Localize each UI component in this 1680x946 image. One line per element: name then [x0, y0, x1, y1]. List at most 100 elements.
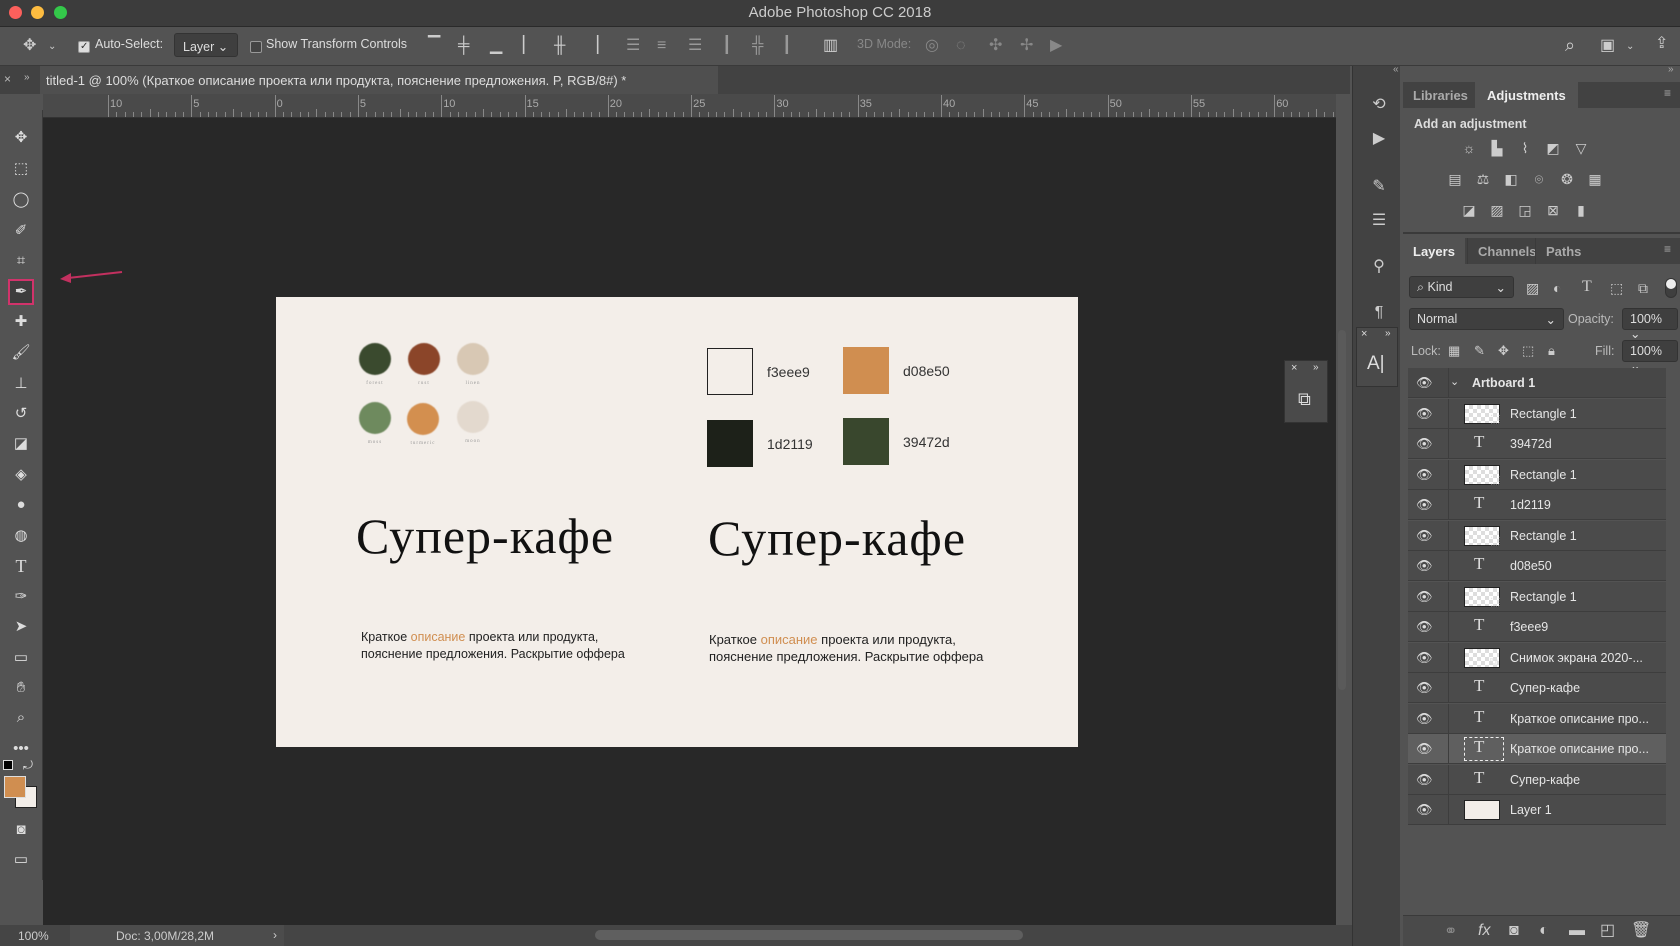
eye-visibility-icon[interactable]: 👁︎	[1416, 528, 1433, 544]
gradient-map-icon[interactable]: ▮	[1571, 202, 1591, 218]
align-hcenter-icon[interactable]: ╫	[554, 38, 565, 54]
auto-select-target-dropdown[interactable]: Layer ⌄	[174, 33, 238, 57]
chevron-down-icon[interactable]: ⌄	[48, 39, 56, 55]
eye-visibility-icon[interactable]: 👁︎	[1416, 497, 1433, 513]
filter-type-icon[interactable]: T	[1582, 279, 1592, 295]
eye-visibility-icon[interactable]: 👁︎	[1416, 711, 1433, 727]
show-transform-checkbox[interactable]	[250, 41, 262, 53]
fx-icon[interactable]: fx	[1478, 923, 1490, 939]
eye-visibility-icon[interactable]: 👁︎	[1416, 802, 1433, 818]
history-brush-tool-icon[interactable]: ↺	[8, 401, 34, 427]
rectangle-tool-icon[interactable]: ▭	[8, 645, 34, 671]
layer-row[interactable]: 👁︎ Layer 1	[1408, 795, 1666, 825]
auto-align-icon[interactable]: ▥	[823, 38, 838, 54]
lasso-tool-icon[interactable]: ◯	[8, 187, 34, 213]
layer-row[interactable]: 👁︎ ⬚ Rectangle 1	[1408, 398, 1666, 429]
layer-row[interactable]: 👁︎ T Краткое описание про...	[1408, 703, 1666, 734]
3d-slide-icon[interactable]: ✢	[1020, 38, 1033, 54]
workspace-icon[interactable]: ▣	[1600, 38, 1615, 54]
layer-row[interactable]: 👁︎ ⬚ Rectangle 1	[1408, 520, 1666, 551]
collapse-icon[interactable]: »	[1668, 64, 1674, 75]
close-icon[interactable]: ×	[4, 72, 11, 86]
layer-row[interactable]: 👁︎ ⬚ Rectangle 1	[1408, 459, 1666, 490]
black-white-icon[interactable]: ◧	[1501, 171, 1521, 187]
posterize-icon[interactable]: ▨	[1487, 202, 1507, 218]
artboard[interactable]: forest rust linen moss turmeric moon f3eee9 d08…	[276, 297, 1078, 747]
distribute-right-icon[interactable]: ┃	[782, 38, 792, 54]
lock-pixels-brush-icon[interactable]: ✎	[1474, 343, 1485, 359]
zoom-tool-icon[interactable]: ⌕	[8, 705, 34, 731]
eye-visibility-icon[interactable]: 👁︎	[1416, 741, 1433, 757]
eraser-tool-icon[interactable]: ◪	[8, 431, 34, 457]
3d-pan-icon[interactable]: ✣	[989, 38, 1002, 54]
panel-menu-icon[interactable]: ≡	[1664, 86, 1671, 100]
tab-adjustments[interactable]: Adjustments	[1475, 82, 1578, 108]
document-tab[interactable]: titled-1 @ 100% (Краткое описание проект…	[40, 66, 718, 94]
layer-row[interactable]: 👁︎ T Краткое описание про...	[1408, 734, 1666, 764]
properties-icon[interactable]: ☰	[1366, 210, 1392, 230]
color-lookup-icon[interactable]: ▦	[1585, 171, 1605, 187]
character-icon[interactable]: A|	[1367, 353, 1385, 375]
selective-color-icon[interactable]: ⊠	[1543, 202, 1563, 218]
align-left-icon[interactable]: ▏	[523, 38, 535, 54]
close-icon[interactable]: ×	[1361, 328, 1367, 340]
layer-row[interactable]: 👁︎ Tf3eee9	[1408, 612, 1666, 642]
chevron-down-icon[interactable]: ⌄	[1450, 375, 1459, 388]
exposure-icon[interactable]: ◩	[1543, 140, 1563, 156]
layer-row[interactable]: 👁︎ ⬚ Rectangle 1	[1408, 581, 1666, 612]
3d-orbit-icon[interactable]: ◎	[925, 38, 939, 54]
3d-roll-icon[interactable]: ◌	[956, 38, 966, 54]
default-colors-icon[interactable]	[3, 760, 13, 770]
pen-tool-icon[interactable]: ✑	[8, 584, 34, 610]
healing-brush-tool-icon[interactable]: ✚	[8, 309, 34, 335]
lock-all-icon[interactable]: 🔒︎	[1548, 343, 1555, 359]
chevron-down-icon[interactable]: ⌄	[1626, 39, 1634, 55]
fill-input[interactable]: 100% ⌄	[1622, 340, 1678, 373]
hue-saturation-icon[interactable]: ▤	[1445, 171, 1465, 187]
distribute-top-icon[interactable]: ☰	[626, 38, 640, 54]
layer-row[interactable]: 👁︎ T 39472d	[1408, 429, 1666, 459]
clone-source-icon[interactable]: ⚲	[1366, 256, 1392, 276]
brush-settings-icon[interactable]: ✎	[1366, 176, 1392, 196]
lock-artboard-icon[interactable]: ⬚	[1522, 343, 1534, 359]
distribute-hcenter-icon[interactable]: ╬	[752, 38, 763, 54]
move-tool-icon[interactable]: ✥	[8, 125, 34, 151]
eye-visibility-icon[interactable]: 👁︎	[1416, 406, 1433, 422]
close-icon[interactable]: ×	[1291, 362, 1297, 374]
blur-tool-icon[interactable]: ●	[8, 492, 34, 518]
search-icon[interactable]: ⌕	[1565, 36, 1575, 54]
eye-visibility-icon[interactable]: 👁︎	[1416, 680, 1433, 696]
quick-mask-icon[interactable]: ◙	[8, 817, 34, 843]
auto-select-checkbox[interactable]	[78, 41, 90, 53]
filter-kind-dropdown[interactable]: ⌕ Kind ⌄	[1409, 276, 1514, 298]
eyedropper-tool-icon[interactable]: ✒	[8, 279, 34, 305]
eye-visibility-icon[interactable]: 👁︎	[1416, 650, 1433, 666]
vertical-scrollbar[interactable]	[1338, 330, 1346, 690]
eye-visibility-icon[interactable]: 👁︎	[1416, 436, 1433, 452]
lock-position-icon[interactable]: ✥	[1498, 343, 1509, 359]
panel-menu-icon[interactable]: ≡	[1664, 242, 1671, 256]
link-layers-icon[interactable]: ⚭	[1444, 924, 1457, 940]
paragraph-icon[interactable]: ¶	[1366, 304, 1392, 322]
filter-shape-icon[interactable]: ⬚	[1610, 280, 1623, 296]
filter-pixel-icon[interactable]: ▨	[1526, 280, 1539, 296]
paint-bucket-tool-icon[interactable]: ◈	[8, 462, 34, 488]
eye-visibility-icon[interactable]: 👁︎	[1416, 772, 1433, 788]
align-vcenter-icon[interactable]: ╪	[458, 38, 469, 54]
zoom-level[interactable]: 100%	[18, 929, 49, 943]
lock-transparency-icon[interactable]: ▦	[1448, 343, 1460, 359]
eye-visibility-icon[interactable]: 👁︎	[1416, 375, 1433, 391]
dodge-tool-icon[interactable]: ◍	[8, 523, 34, 549]
filter-smart-object-icon[interactable]: ⧉	[1638, 280, 1648, 296]
adjustment-layer-icon[interactable]: ◐	[1539, 923, 1549, 939]
invert-icon[interactable]: ◪	[1459, 202, 1479, 218]
foreground-color-swatch[interactable]	[4, 776, 26, 798]
align-top-icon[interactable]: ▔	[428, 38, 440, 54]
levels-icon[interactable]: ▙	[1487, 140, 1507, 156]
new-layer-icon[interactable]: ◰	[1600, 923, 1615, 939]
new-group-icon[interactable]: ▬	[1569, 923, 1585, 939]
eye-visibility-icon[interactable]: 👁︎	[1416, 558, 1433, 574]
swap-colors-icon[interactable]: ⤾	[23, 758, 33, 773]
share-icon[interactable]: ⇪	[1655, 36, 1668, 52]
hand-tool-icon[interactable]: ✋︎	[8, 675, 34, 701]
